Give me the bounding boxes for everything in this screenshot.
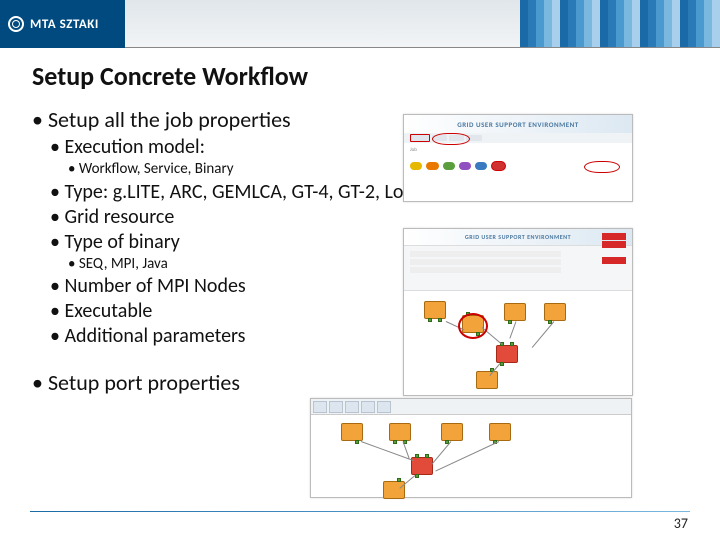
pill-icon <box>426 162 438 170</box>
toolbar-button-icon <box>313 401 327 413</box>
property-panel <box>404 245 632 291</box>
slide-header: MTA SZTAKI <box>0 0 720 48</box>
footer-divider <box>30 511 690 512</box>
workflow-node-icon <box>389 423 411 441</box>
editor-toolbar <box>311 399 631 415</box>
screenshot-graph-editor <box>310 398 632 498</box>
page-number: 37 <box>674 515 688 532</box>
bullet-grid-resource: Grid resource <box>50 205 688 230</box>
pill-icon <box>443 162 455 170</box>
workflow-node-icon <box>476 371 498 389</box>
app-banner: GRID USER SUPPORT ENVIRONMENT <box>404 115 632 133</box>
workflow-node-icon <box>341 423 363 441</box>
workflow-node-icon <box>383 481 405 499</box>
workflow-node-icon <box>489 423 511 441</box>
workflow-node-icon <box>544 303 566 321</box>
pill-icon <box>459 162 471 170</box>
highlight-circle-icon <box>432 133 470 145</box>
action-button-icon <box>602 233 626 240</box>
action-button-icon <box>602 241 626 248</box>
screenshot-workflow-editor: GRID USER SUPPORT ENVIRONMENT <box>403 228 633 396</box>
slide-title: Setup Concrete Workflow <box>32 60 688 92</box>
workflow-node-icon <box>441 423 463 441</box>
header-gradient-icon <box>520 0 720 47</box>
workflow-canvas <box>404 291 632 393</box>
logo-icon <box>8 16 24 32</box>
pill-icon <box>491 161 505 171</box>
workflow-node-selected-icon <box>411 457 433 475</box>
org-name: MTA SZTAKI <box>30 17 99 32</box>
org-logo: MTA SZTAKI <box>0 0 125 48</box>
app-banner: GRID USER SUPPORT ENVIRONMENT <box>404 229 632 245</box>
pill-icon <box>475 162 487 170</box>
pill-icon <box>410 162 422 170</box>
highlight-circle-icon <box>458 313 488 339</box>
header-stripe <box>125 0 720 47</box>
screenshot-job-config: GRID USER SUPPORT ENVIRONMENT Job <box>403 114 633 202</box>
toolbar-button-icon <box>329 401 343 413</box>
toolbar-button-icon <box>377 401 391 413</box>
workflow-node-icon <box>424 301 446 319</box>
workflow-node-icon <box>504 303 526 321</box>
workflow-node-selected-icon <box>496 345 518 363</box>
toolbar-button-icon <box>361 401 375 413</box>
toolbar-button-icon <box>345 401 359 413</box>
field-label: Job <box>410 147 417 153</box>
action-button-icon <box>602 257 626 264</box>
tab-active <box>410 134 430 142</box>
highlight-circle-icon <box>584 161 620 173</box>
graph-canvas <box>311 415 631 497</box>
